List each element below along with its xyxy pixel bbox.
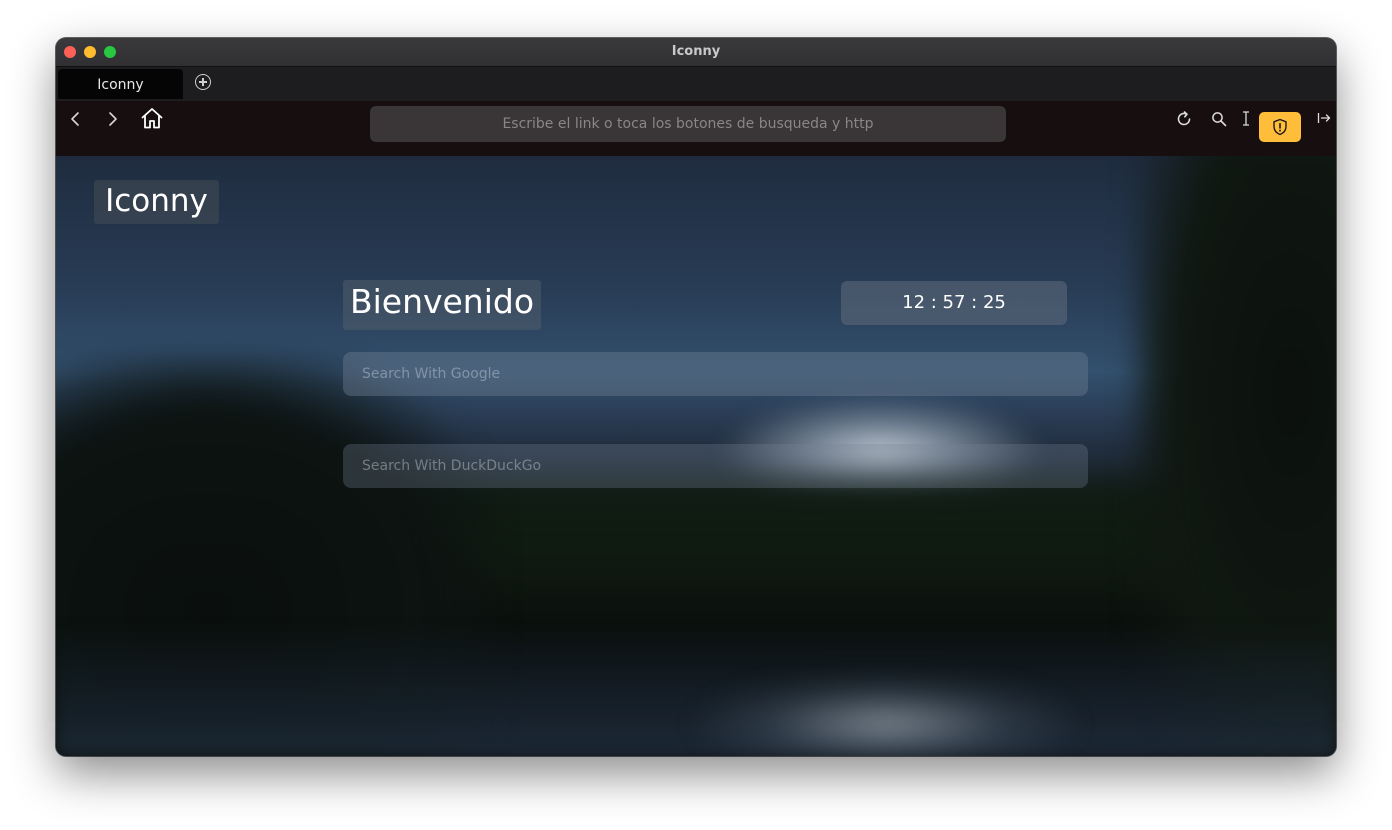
shield-button[interactable] [1259,112,1301,142]
shield-icon [1273,118,1287,136]
title-bar: Iconny [56,38,1336,67]
search-icon[interactable] [1211,111,1227,127]
background-treeline [306,476,1206,636]
sidebar-toggle-icon[interactable] [1317,111,1331,125]
reload-icon[interactable] [1175,110,1193,128]
duckduckgo-search-input[interactable] [343,444,1088,488]
welcome-heading: Bienvenido [343,280,541,330]
home-icon[interactable] [140,106,164,130]
navigation-toolbar [56,101,1336,156]
background-trees-left [56,356,496,756]
tab-bar: Iconny [56,67,1336,101]
back-icon[interactable] [69,111,81,127]
clock: 12 : 57 : 25 [841,281,1067,325]
window-title: Iconny [671,44,721,59]
forward-icon[interactable] [107,111,119,127]
start-page: Iconny Bienvenido 12 : 57 : 25 [56,156,1336,756]
background-trees-right [1136,156,1336,756]
new-tab-icon[interactable] [195,74,211,90]
background-reflection [696,676,1076,756]
browser-window: Iconny Iconny Escribe el link o toca los… [56,38,1336,756]
app-logo: Iconny [94,180,219,224]
url-bar[interactable] [370,106,1006,142]
text-cursor-icon[interactable] [1242,111,1250,126]
tab-iconny[interactable]: Iconny [58,69,183,99]
google-search-input[interactable] [343,352,1088,396]
background-lake [56,626,1336,756]
